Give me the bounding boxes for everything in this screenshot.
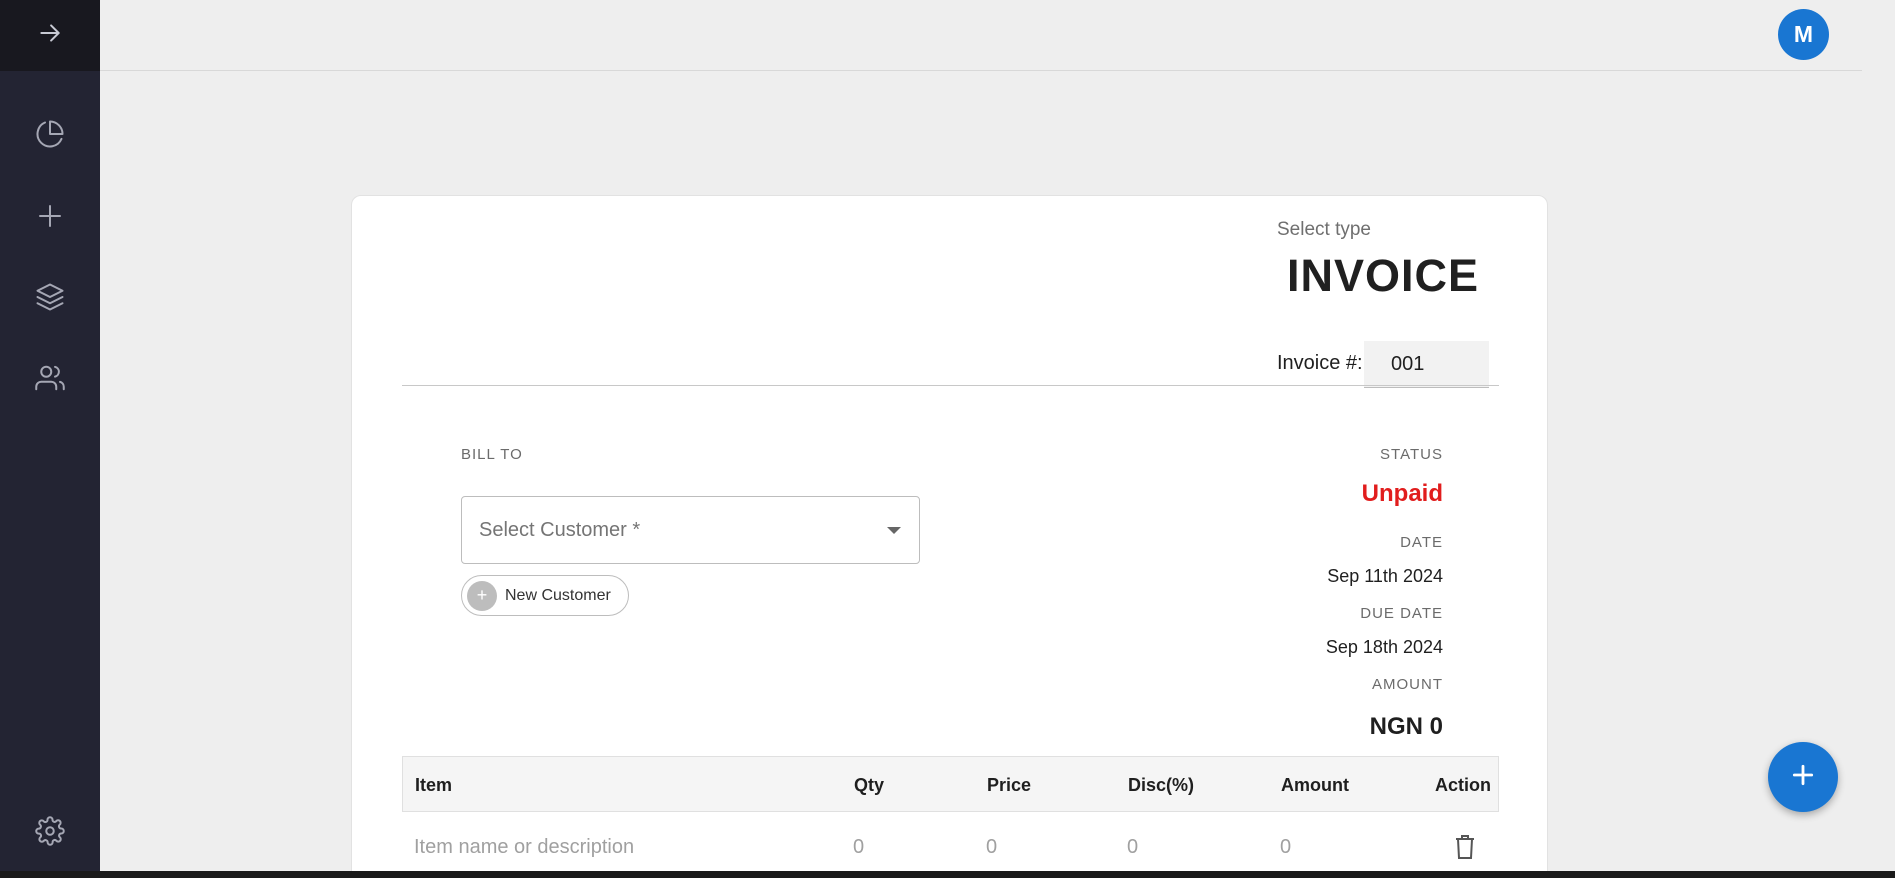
column-header-amount: Amount [1281, 775, 1349, 795]
column-header-disc: Disc(%) [1128, 775, 1195, 795]
due-date-label: DUE DATE [1360, 605, 1443, 622]
customer-select[interactable]: Select Customer * [461, 496, 920, 564]
customer-select-placeholder: Select Customer * [479, 519, 641, 541]
layers-icon[interactable] [35, 282, 65, 317]
plus-icon: + [467, 580, 497, 611]
row-amount: 0 [1280, 836, 1292, 858]
invoice-number-input[interactable] [1364, 341, 1489, 388]
plus-icon [1790, 762, 1816, 793]
status-label: STATUS [1380, 446, 1443, 463]
invoice-card: Select type INVOICE Invoice #: BILL TO S… [351, 195, 1548, 878]
gear-icon[interactable] [35, 815, 65, 851]
table-row: Item name or description 0 0 0 0 [402, 812, 1499, 878]
qty-input[interactable]: 0 [853, 836, 864, 859]
bill-to-label: BILL TO [461, 446, 523, 463]
sidebar [0, 0, 100, 878]
plus-icon[interactable] [35, 201, 65, 236]
amount-value: NGN 0 [1369, 713, 1443, 740]
new-customer-button[interactable]: + New Customer [461, 575, 629, 616]
avatar[interactable]: M [1778, 9, 1829, 60]
document-type-title[interactable]: INVOICE [1287, 250, 1479, 302]
top-bar: M [100, 0, 1862, 71]
add-fab-button[interactable] [1768, 742, 1838, 812]
select-type-label[interactable]: Select type [1277, 219, 1371, 241]
column-header-item: Item [415, 775, 453, 795]
discount-input[interactable]: 0 [1127, 836, 1138, 859]
header-divider [402, 385, 1499, 386]
users-icon[interactable] [35, 363, 65, 398]
new-customer-label: New Customer [505, 586, 611, 604]
status-badge: Unpaid [1361, 480, 1443, 507]
item-description-input[interactable]: Item name or description [414, 836, 634, 859]
amount-label: AMOUNT [1372, 676, 1443, 693]
arrow-right-icon[interactable] [37, 20, 63, 51]
sidebar-item-customers[interactable] [0, 356, 100, 404]
sidebar-item-invoices[interactable] [0, 275, 100, 323]
items-table: Item Qty Price Disc(%) Amount Action Ite… [402, 756, 1499, 878]
sidebar-item-create[interactable] [0, 194, 100, 242]
date-label: DATE [1400, 534, 1443, 551]
sidebar-item-settings[interactable] [0, 809, 100, 857]
column-header-price: Price [987, 775, 1032, 795]
sidebar-item-dashboard[interactable] [0, 112, 100, 160]
trash-icon[interactable] [1454, 834, 1476, 860]
bottom-edge [0, 871, 1895, 878]
column-header-qty: Qty [854, 775, 885, 795]
table-header-row: Item Qty Price Disc(%) Amount Action [402, 756, 1499, 812]
column-header-action: Action [1435, 775, 1491, 795]
pie-chart-icon[interactable] [35, 119, 65, 154]
sidebar-toggle[interactable] [0, 0, 100, 71]
invoice-number-label: Invoice #: [1277, 352, 1363, 374]
price-input[interactable]: 0 [986, 836, 997, 859]
date-value[interactable]: Sep 11th 2024 [1327, 566, 1443, 587]
due-date-value[interactable]: Sep 18th 2024 [1326, 637, 1443, 658]
chevron-down-icon [887, 527, 901, 534]
